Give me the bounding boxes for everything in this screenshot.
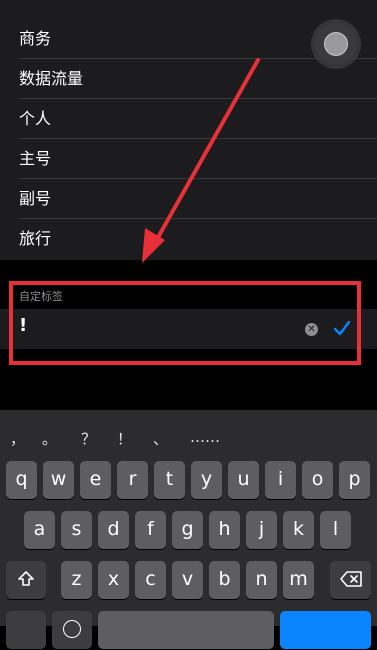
- delete-key[interactable]: [330, 561, 371, 599]
- key-w[interactable]: w: [43, 461, 74, 499]
- key-p[interactable]: p: [339, 461, 370, 499]
- key-c[interactable]: c: [135, 561, 166, 599]
- number-key[interactable]: [6, 611, 46, 649]
- key-h[interactable]: h: [209, 511, 240, 549]
- shift-key[interactable]: [6, 561, 46, 599]
- key-o[interactable]: o: [302, 461, 333, 499]
- emoji-key[interactable]: [52, 611, 92, 649]
- suggestion-period[interactable]: 。: [42, 428, 57, 449]
- key-x[interactable]: x: [98, 561, 129, 599]
- key-e[interactable]: e: [80, 461, 111, 499]
- suggestion-bar: ， 。 ？ ！ 、 ……: [0, 428, 377, 448]
- emoji-icon: [63, 620, 81, 638]
- suggestion-question[interactable]: ？: [81, 428, 96, 449]
- key-q[interactable]: q: [6, 461, 37, 499]
- key-y[interactable]: y: [191, 461, 222, 499]
- suggestion-exclamation[interactable]: ！: [117, 428, 132, 449]
- suggestion-ellipsis[interactable]: ……: [190, 428, 220, 446]
- key-s[interactable]: s: [61, 511, 92, 549]
- space-key[interactable]: [98, 611, 274, 649]
- key-z[interactable]: z: [61, 561, 92, 599]
- suggestion-enumeration[interactable]: 、: [153, 428, 168, 449]
- key-i[interactable]: i: [265, 461, 296, 499]
- key-a[interactable]: a: [24, 511, 55, 549]
- key-r[interactable]: r: [117, 461, 148, 499]
- suggestion-comma[interactable]: ，: [10, 428, 25, 449]
- key-k[interactable]: k: [283, 511, 314, 549]
- key-g[interactable]: g: [172, 511, 203, 549]
- key-d[interactable]: d: [98, 511, 129, 549]
- key-j[interactable]: j: [246, 511, 277, 549]
- key-v[interactable]: v: [172, 561, 203, 599]
- return-key[interactable]: [280, 611, 371, 649]
- key-t[interactable]: t: [154, 461, 185, 499]
- keyboard: ， 。 ？ ！ 、 …… q w e r t y u i o p a s d f…: [0, 410, 377, 649]
- shift-icon: [18, 571, 34, 586]
- key-f[interactable]: f: [135, 511, 166, 549]
- key-l[interactable]: l: [320, 511, 351, 549]
- key-u[interactable]: u: [228, 461, 259, 499]
- key-n[interactable]: n: [246, 561, 277, 599]
- delete-icon: [339, 571, 362, 587]
- key-b[interactable]: b: [209, 561, 240, 599]
- key-m[interactable]: m: [283, 561, 314, 599]
